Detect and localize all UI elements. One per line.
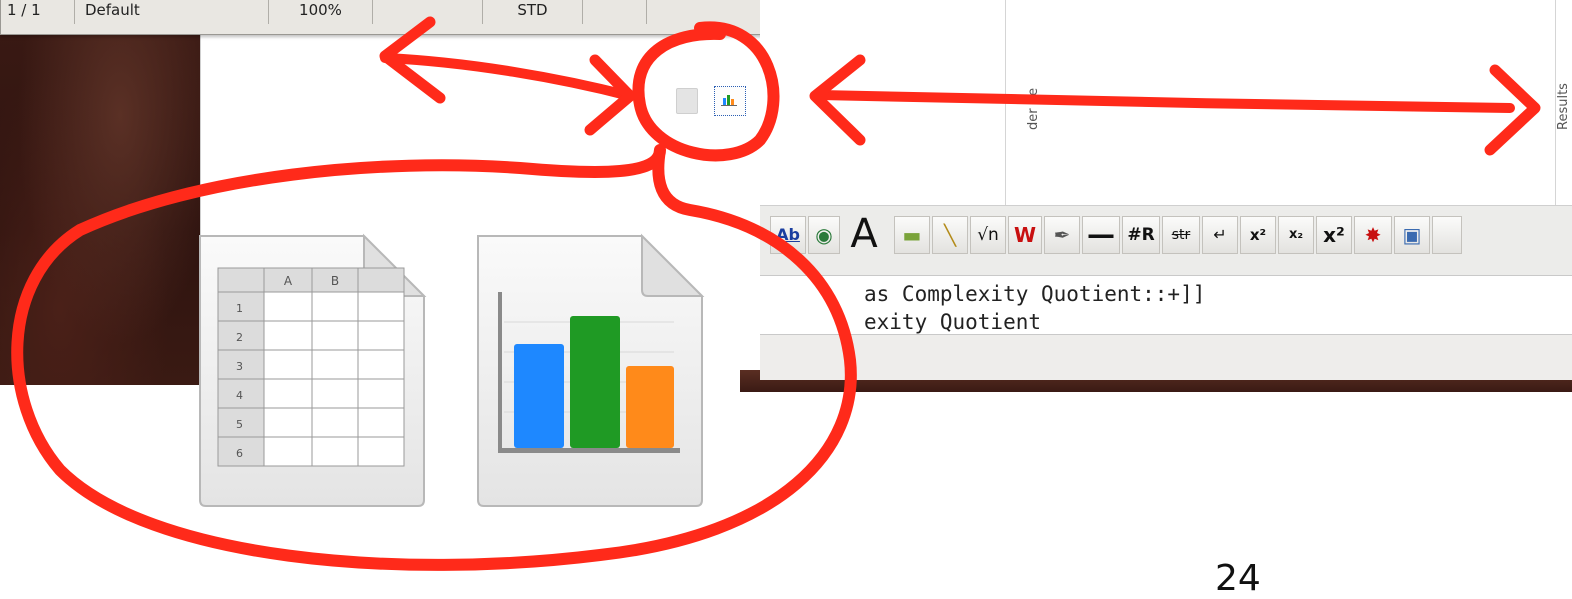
selection-ellipse-icon	[11, 144, 857, 571]
right-arrow-icon	[815, 90, 1515, 113]
highlight-circle-icon	[632, 21, 780, 162]
annotation-overlay	[11, 16, 1541, 571]
slide-page-number: 24	[1215, 558, 1261, 599]
